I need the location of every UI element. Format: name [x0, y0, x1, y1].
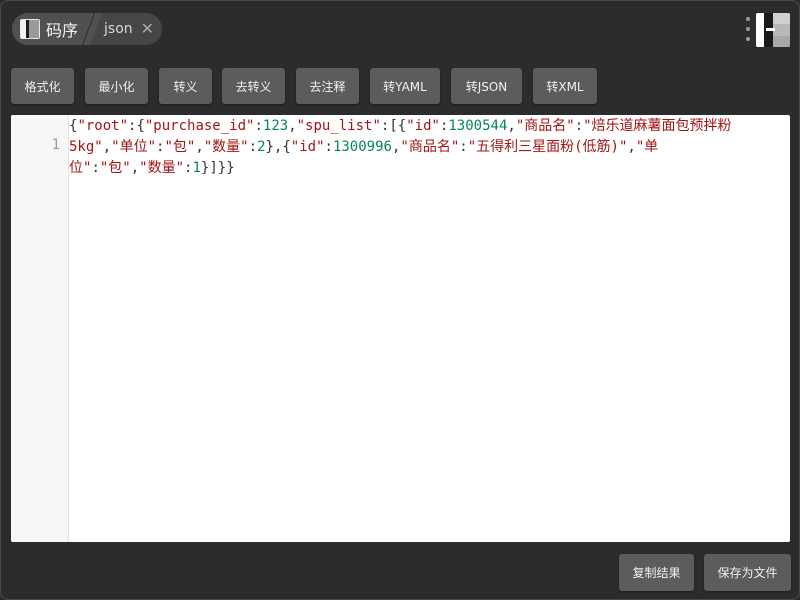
- breadcrumb-tab-json[interactable]: json ✕: [102, 13, 162, 45]
- code-token: "spu_list": [296, 118, 381, 134]
- code-token: :: [254, 118, 263, 134]
- code-content[interactable]: {"root":{"purchase_id":123,"spu_list":[{…: [69, 115, 733, 179]
- code-token: ,: [288, 118, 297, 134]
- code-token: "purchase_id": [144, 118, 255, 134]
- code-token: 1300996: [332, 139, 392, 155]
- more-options-icon[interactable]: [745, 17, 751, 41]
- code-token: ,: [195, 139, 204, 155]
- code-token: "root": [77, 118, 129, 134]
- code-token: 1300544: [448, 118, 508, 134]
- code-token: "包": [164, 139, 196, 155]
- code-token: ,: [627, 139, 636, 155]
- code-token: "包": [99, 160, 131, 176]
- strip-comments-button[interactable]: 去注释: [296, 68, 359, 104]
- code-token: :[{: [380, 118, 407, 134]
- close-icon[interactable]: ✕: [141, 21, 154, 37]
- code-editor[interactable]: 1 {"root":{"purchase_id":123,"spu_list":…: [11, 115, 790, 542]
- format-button[interactable]: 格式化: [11, 68, 74, 104]
- code-token: :: [91, 160, 100, 176]
- code-token: ,: [102, 139, 112, 155]
- code-token: "数量": [139, 160, 185, 176]
- code-token: :{: [128, 118, 145, 134]
- code-token: "商品名": [515, 118, 575, 134]
- to-yaml-button[interactable]: 转YAML: [370, 68, 440, 104]
- tab-label: json: [104, 21, 133, 37]
- line-gutter: 1: [11, 115, 69, 542]
- code-token: "五得利三星面粉(低筋)": [467, 139, 628, 155]
- code-token: :: [459, 139, 468, 155]
- breadcrumb: 码序 json ✕: [12, 13, 163, 45]
- code-token: ,: [507, 118, 516, 134]
- breadcrumb-separator: [88, 13, 103, 45]
- unescape-button[interactable]: 去转义: [222, 68, 285, 104]
- code-token: "id": [406, 118, 440, 134]
- escape-button[interactable]: 转义: [159, 68, 212, 104]
- code-token: },{: [265, 139, 291, 155]
- code-token: ,: [130, 160, 140, 176]
- code-token: "单位": [111, 139, 157, 155]
- code-token: "id": [290, 139, 325, 155]
- to-json-button[interactable]: 转JSON: [451, 68, 522, 104]
- to-xml-button[interactable]: 转XML: [533, 68, 597, 104]
- app-logo-icon: [20, 19, 40, 39]
- app-window: 码序 json ✕ 格式化 最小化 转义 去转义 去注释 转YAML 转JSON…: [0, 0, 800, 600]
- save-to-file-button[interactable]: 保存为文件: [704, 554, 791, 591]
- app-name: 码序: [46, 21, 79, 40]
- code-token: :: [248, 139, 258, 155]
- code-token: 1: [192, 160, 201, 176]
- code-token: :: [574, 118, 584, 134]
- code-token: :: [324, 139, 333, 155]
- copy-result-button[interactable]: 复制结果: [619, 554, 694, 591]
- code-token: "数量": [203, 139, 249, 155]
- minify-button[interactable]: 最小化: [85, 68, 148, 104]
- line-number: 1: [51, 137, 60, 153]
- code-token: 123: [262, 118, 289, 134]
- code-token: }]}}: [200, 160, 235, 176]
- brand-logo-icon: [756, 13, 790, 47]
- code-token: "商品名": [400, 139, 460, 155]
